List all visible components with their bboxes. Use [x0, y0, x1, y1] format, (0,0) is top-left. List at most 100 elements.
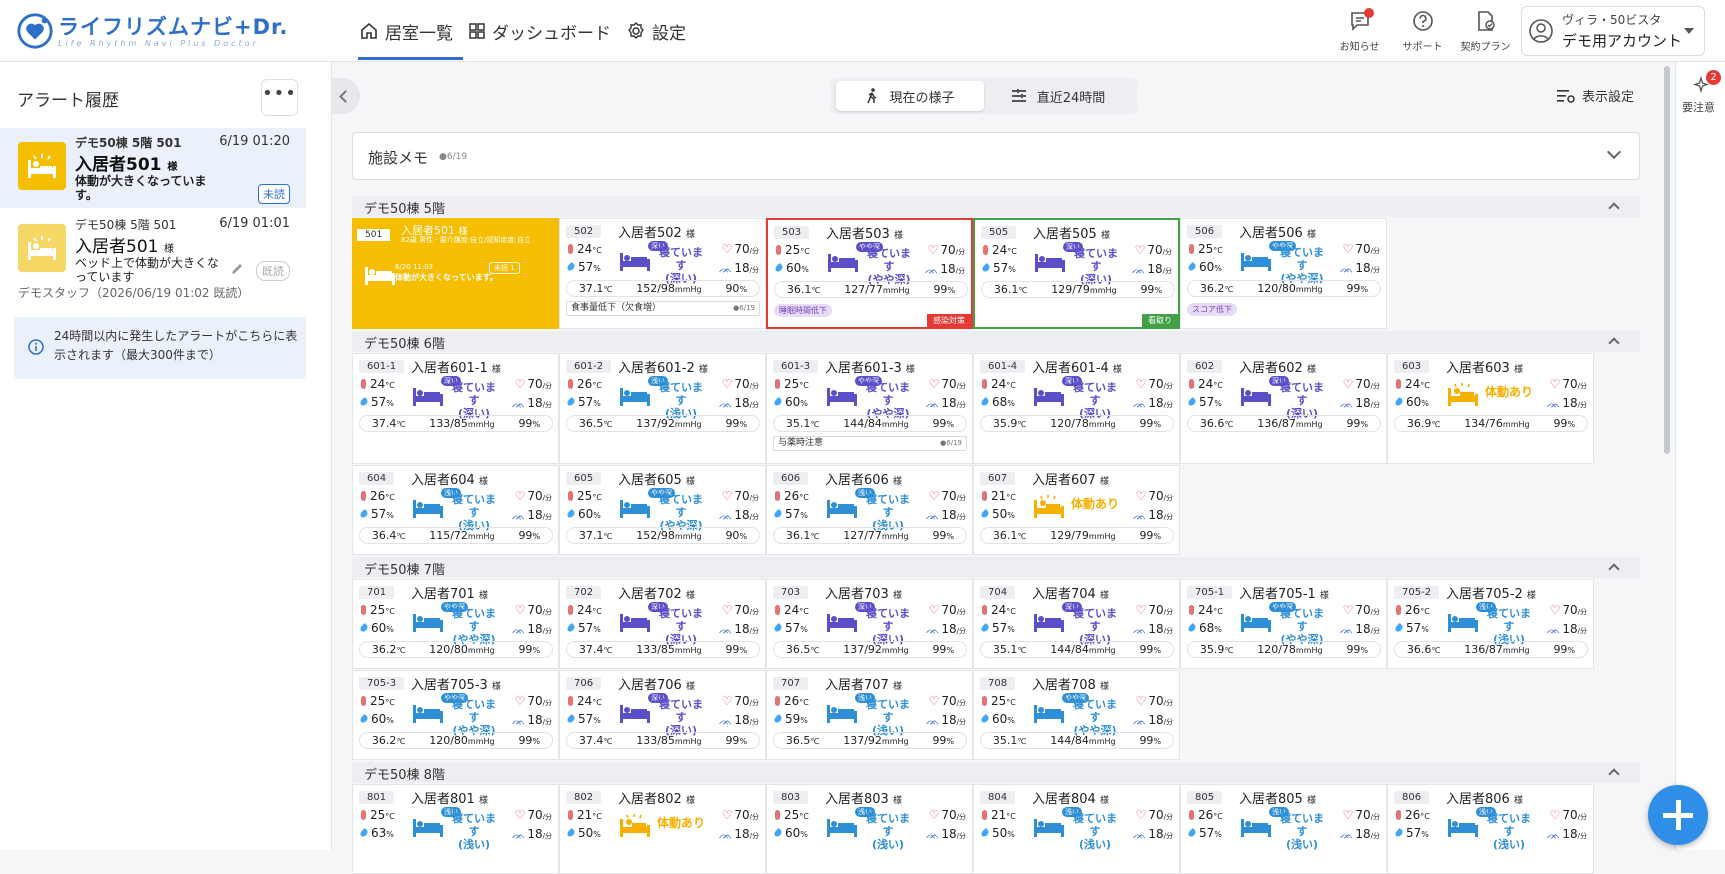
account-menu[interactable]: ヴィラ・50ビスタ デモ用アカウント — [1521, 6, 1705, 56]
room-card[interactable]: 705-2入居者705-2 様26°C57%浅い寝ています(浅い)70/分18/… — [1387, 579, 1594, 669]
resident-name-text: 入居者705-1 — [1239, 587, 1316, 602]
heart-rate-value: 70 — [527, 603, 543, 617]
alert-item[interactable]: デモ50棟 5階 501 6/19 01:20 入居者501 様 体動が大きくな… — [0, 128, 306, 208]
room-card[interactable]: 806入居者806 様26°C57%浅い寝ています(浅い)70/分18/分 — [1387, 784, 1594, 874]
room-card[interactable]: 505入居者505 様24°C57%深い寝ています(深い)70/分18/分36.… — [973, 218, 1180, 329]
collapse-sidebar-button[interactable] — [332, 78, 360, 114]
body-temperature: 37.1℃ — [579, 529, 612, 542]
room-card[interactable]: 705-1入居者705-1 様24°C68%やや深寝ています(やや深)70/分1… — [1180, 579, 1387, 669]
room-card[interactable]: 701入居者701 様25°C60%やや深寝ています(やや深)70/分18/分3… — [352, 579, 559, 669]
pencil-icon[interactable] — [230, 262, 244, 276]
heart-rate: 70/分 — [1547, 602, 1587, 621]
respiration-unit: /分 — [1577, 832, 1587, 840]
room-card[interactable]: 705-3入居者705-3 様25°C60%やや深寝ています(やや深)70/分1… — [352, 670, 559, 760]
room-card[interactable]: 804入居者804 様21°C50%浅い寝ています(浅い)70/分18/分 — [973, 784, 1180, 874]
room-card[interactable]: 601-3入居者601-3 様25°C60%やや深寝ています(やや深)70/分1… — [766, 353, 973, 464]
temperature-unit: °C — [1006, 381, 1016, 390]
room-card[interactable]: 601-1入居者601-1 様24°C57%深い寝ています(深い)70/分18/… — [352, 353, 559, 464]
temperature-unit: °C — [1006, 698, 1016, 707]
room-card[interactable]: 702入居者702 様24°C57%深い寝ています(深い)70/分18/分37.… — [559, 579, 766, 669]
temperature-unit: °C — [799, 812, 809, 821]
humidity: 57% — [1189, 394, 1223, 412]
care-note[interactable]: 食事量低下（欠食増） ●6/19 — [566, 301, 760, 316]
nav-room-list[interactable]: 居室一覧 — [358, 0, 463, 62]
blood-pressure: 120/78mmHg — [1257, 643, 1322, 656]
room-card[interactable]: 706入居者706 様24°C57%深い寝ています(深い)70/分18/分37.… — [559, 670, 766, 760]
app-logo[interactable]: ライフリズムナビ+Dr. Life Rhythm Navi Plus Docto… — [16, 12, 288, 50]
notifications-button[interactable]: お知らせ — [1328, 6, 1391, 53]
scrollbar-thumb[interactable] — [1664, 66, 1670, 454]
more-button[interactable]: ••• — [261, 79, 298, 116]
help-icon — [1412, 11, 1433, 31]
bed-sleep-icon — [618, 608, 652, 638]
room-environment: 25°C 60% — [776, 242, 810, 278]
scrollbar[interactable] — [1663, 62, 1671, 850]
room-card[interactable]: 607入居者607 様21°C50%体動あり70/分18/分36.1℃129/7… — [973, 465, 1180, 555]
room-card[interactable]: 602入居者602 様24°C57%深い寝ています(深い)70/分18/分36.… — [1180, 353, 1387, 464]
bed-sleep-icon — [825, 494, 859, 524]
vitals: 70/分18/分 — [1340, 807, 1380, 845]
resident-name-text: 入居者602 — [1239, 361, 1303, 376]
contract-plan-button[interactable]: 契約プラン — [1454, 6, 1517, 53]
sleep-status: 浅い 寝ています (浅い) — [825, 807, 911, 851]
blood-pressure-unit: mmHg — [1088, 737, 1116, 746]
room-environment: 21°C 50% — [982, 807, 1016, 843]
nav-dashboard[interactable]: ダッシュボード — [467, 0, 621, 62]
body-temp-value: 36.5 — [785, 734, 811, 747]
floor-header[interactable]: デモ50棟 7階 — [352, 557, 1640, 578]
room-card[interactable]: 801入居者801 様25°C63%浅い寝ています(浅い)70/分18/分 — [352, 784, 559, 874]
room-card[interactable]: 606入居者606 様26°C57%浅い寝ています(浅い)70/分18/分36.… — [766, 465, 973, 555]
room-card[interactable]: 805入居者805 様26°C57%浅い寝ています(浅い)70/分18/分 — [1180, 784, 1387, 874]
spo2: 99% — [1140, 283, 1162, 296]
room-card[interactable]: 605入居者605 様25°C60%やや深寝ています(やや深)70/分18/分3… — [559, 465, 766, 555]
room-card[interactable]: 703入居者703 様24°C57%深い寝ています(深い)70/分18/分36.… — [766, 579, 973, 669]
nav-label: 居室一覧 — [385, 23, 453, 44]
blood-pressure: 144/84mmHg — [843, 417, 908, 430]
floor-header[interactable]: デモ50棟 5階 — [352, 196, 1640, 217]
facility-memo[interactable]: 施設メモ ●6/19 — [352, 132, 1640, 180]
room-card[interactable]: 503入居者503 様25°C60%やや深寝ています(やや深)70/分18/分3… — [766, 218, 973, 329]
resident-name: 入居者802 様 — [618, 788, 695, 807]
humidity-value: 50 — [992, 826, 1008, 840]
respiration-value: 18 — [1148, 622, 1164, 636]
vital-readings: 36.9℃ 134/76mmHg 99% — [1394, 415, 1588, 432]
room-card[interactable]: 502入居者502 様24°C57%深い寝ています(深い)70/分18/分37.… — [559, 218, 766, 329]
floor-header[interactable]: デモ50棟 8階 — [352, 762, 1640, 783]
room-card[interactable]: 708入居者708 様25°C60%やや深寝ています(やや深)70/分18/分3… — [973, 670, 1180, 760]
temperature-value: 26 — [370, 489, 386, 503]
chevron-down-icon[interactable] — [1606, 144, 1622, 160]
humidity-unit: % — [1007, 625, 1015, 634]
logo-subtext: Life Rhythm Navi Plus Doctor — [58, 38, 259, 48]
room-card[interactable]: 803入居者803 様25°C60%浅い寝ています(浅い)70/分18/分 — [766, 784, 973, 874]
chevron-up-icon[interactable] — [1608, 337, 1620, 349]
room-card[interactable]: 601-4入居者601-4 様24°C68%深い寝ています(深い)70/分18/… — [973, 353, 1180, 464]
room-card[interactable]: 501 入居者501 様 82歳 男性 · 要介護度:自立/認知症度:自立 6/20 … — [352, 218, 559, 329]
blood-pressure-unit: mmHg — [881, 646, 909, 655]
blood-pressure-value: 137/92 — [843, 734, 882, 747]
tab-current-state[interactable]: 現在の様子 — [836, 81, 984, 111]
room-card[interactable]: 506入居者506 様25°C60%やや深寝ています(やや深)70/分18/分3… — [1180, 218, 1387, 329]
room-card[interactable]: 601-2入居者601-2 様26°C57%浅い寝ています(浅い)70/分18/… — [559, 353, 766, 464]
room-card[interactable]: 704入居者704 様24°C57%深い寝ています(深い)70/分18/分35.… — [973, 579, 1180, 669]
nav-settings[interactable]: 設定 — [625, 0, 696, 62]
vitals: 70/分18/分 — [926, 693, 966, 731]
chevron-up-icon[interactable] — [1608, 202, 1620, 214]
room-card[interactable]: 707入居者707 様26°C59%浅い寝ています(浅い)70/分18/分36.… — [766, 670, 973, 760]
chevron-up-icon[interactable] — [1608, 768, 1620, 780]
care-note[interactable]: 与薬時注意 ●6/19 — [773, 436, 967, 451]
display-settings-button[interactable]: 表示設定 — [1556, 86, 1634, 105]
body-temperature: 36.1℃ — [787, 283, 820, 296]
chevron-up-icon[interactable] — [1608, 563, 1620, 575]
alert-item[interactable]: デモ50棟 5階 501 6/19 01:01 入居者501 様 ベッド上で体動… — [0, 210, 306, 290]
temperature-unit: °C — [592, 812, 602, 821]
status-label: 寝ています — [1280, 381, 1324, 407]
support-button[interactable]: サポート — [1391, 6, 1454, 53]
room-card[interactable]: 603入居者603 様24°C60%体動あり70/分18/分36.9℃134/7… — [1387, 353, 1594, 464]
tab-last-24h[interactable]: 直近24時間 — [984, 81, 1132, 111]
room-card[interactable]: 802入居者802 様21°C50%体動あり70/分18/分 — [559, 784, 766, 874]
add-button[interactable] — [1648, 785, 1708, 845]
temperature-value: 24 — [577, 603, 593, 617]
room-card[interactable]: 604入居者604 様26°C57%浅い寝ています(浅い)70/分18/分36.… — [352, 465, 559, 555]
resident-name: 入居者604 様 — [411, 469, 488, 488]
floor-header[interactable]: デモ50棟 6階 — [352, 331, 1640, 352]
